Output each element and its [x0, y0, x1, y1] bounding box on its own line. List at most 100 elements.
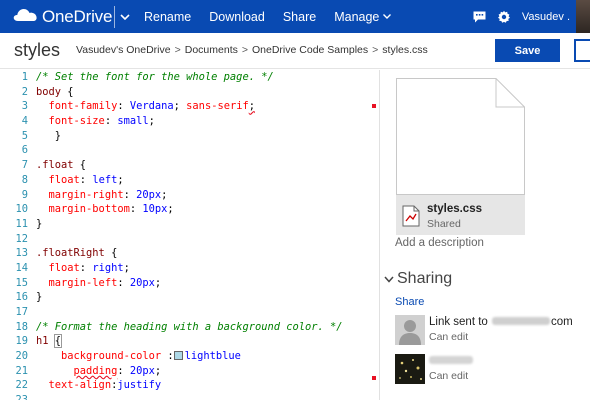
- code-line: }: [36, 217, 366, 232]
- code-value: 20px: [129, 276, 155, 289]
- code-line: body {: [36, 85, 366, 100]
- code-line: float: right;: [36, 261, 366, 276]
- save-button[interactable]: Save: [495, 39, 560, 62]
- editor-scrollbar[interactable]: [366, 70, 378, 400]
- code-line: margin-left: 20px;: [36, 276, 366, 291]
- app-switcher-chevron-icon[interactable]: [115, 0, 135, 33]
- code-line: h1 {: [36, 334, 366, 349]
- line-number: 18: [15, 320, 28, 333]
- code-line: .float {: [36, 158, 366, 173]
- error-marker-icon[interactable]: [372, 376, 376, 380]
- code-value: Verdana: [129, 100, 174, 113]
- breadcrumb-item-onedrive[interactable]: Vasudev's OneDrive: [76, 44, 171, 56]
- sharing-permission[interactable]: Can edit: [429, 331, 468, 343]
- breadcrumb-item-documents[interactable]: Documents: [185, 44, 238, 56]
- sharing-entry[interactable]: Link sent to com Can edit: [395, 315, 585, 345]
- code-property: margin-bottom: [48, 203, 130, 216]
- sharing-permission[interactable]: Can edit: [429, 370, 468, 382]
- code-line: margin-right: 20px;: [36, 188, 366, 203]
- code-brace: }: [36, 217, 43, 230]
- code-value: small: [117, 115, 149, 128]
- code-brace: }: [54, 129, 62, 142]
- sharing-section-header[interactable]: Sharing: [384, 270, 452, 288]
- download-command[interactable]: Download: [200, 0, 274, 33]
- onedrive-brand[interactable]: OneDrive: [0, 0, 112, 33]
- breadcrumb-separator: >: [372, 44, 379, 56]
- code-line: font-size: small;: [36, 114, 366, 129]
- code-line: padding: 20px;: [36, 364, 366, 379]
- manage-chevron-down-icon: [383, 14, 392, 19]
- breadcrumb-separator: >: [174, 44, 181, 56]
- email-suffix: com: [551, 316, 573, 328]
- line-number: 23: [0, 393, 30, 400]
- user-name[interactable]: Vasudev .: [522, 11, 570, 23]
- line-number: 22: [15, 379, 28, 392]
- line-number: 16: [15, 291, 28, 304]
- code-value: justify: [117, 379, 162, 392]
- line-number: 4: [21, 115, 28, 128]
- code-value-flagged: sans-serif: [186, 100, 249, 113]
- code-line: float: left;: [36, 173, 366, 188]
- code-line: font-family: Verdana; sans-serif;: [36, 99, 366, 114]
- code-property: margin-right: [48, 188, 124, 201]
- code-semicolon: ;: [123, 261, 130, 274]
- code-line: /* Format the heading with a background …: [36, 320, 366, 335]
- code-colon: :: [161, 350, 174, 363]
- code-brace: {: [104, 247, 118, 260]
- code-selector: .floatRight: [36, 247, 105, 260]
- line-number: 14: [15, 261, 28, 274]
- code-property-flagged: padding: [73, 364, 118, 377]
- code-semicolon: ;: [161, 188, 168, 201]
- manage-command[interactable]: Manage: [325, 0, 400, 33]
- code-file-icon: [402, 205, 420, 227]
- code-brace: {: [61, 85, 74, 98]
- redacted-name: [429, 356, 473, 364]
- code-brace-matched: {: [53, 334, 63, 349]
- breadcrumb-item-current-file: styles.css: [382, 44, 428, 56]
- share-command[interactable]: Share: [274, 0, 325, 33]
- line-number: 19: [15, 335, 28, 348]
- code-colon: :: [117, 100, 130, 113]
- breadcrumb-item-code-samples[interactable]: OneDrive Code Samples: [252, 44, 368, 56]
- line-number: 15: [15, 276, 28, 289]
- redacted-email: [492, 317, 551, 325]
- code-brace: {: [73, 159, 87, 172]
- code-property: text-align: [48, 379, 112, 392]
- error-marker-icon[interactable]: [372, 104, 376, 108]
- code-colon: :: [123, 188, 137, 201]
- rename-command[interactable]: Rename: [135, 0, 200, 33]
- details-pane-toggle-icon[interactable]: [574, 39, 590, 62]
- person-avatar-icon: [395, 315, 425, 345]
- code-semicolon: ;: [148, 115, 155, 128]
- line-number: 5: [21, 129, 28, 142]
- code-editor[interactable]: 1 2 3 4 5 6 7 8 9 10 11 12 13 14 15 16 1…: [0, 70, 378, 400]
- code-colon: :: [117, 276, 130, 289]
- code-line: text-align:justify: [36, 378, 366, 393]
- app-top-bar: OneDrive Rename Download Share Manage Va…: [0, 0, 590, 33]
- settings-gear-icon[interactable]: [492, 0, 516, 33]
- code-colon: :: [129, 203, 143, 216]
- breadcrumb: Vasudev's OneDrive > Documents > OneDriv…: [76, 44, 428, 56]
- code-property: font-size: [48, 115, 105, 128]
- feedback-icon[interactable]: [468, 0, 492, 33]
- line-number: 12: [15, 232, 28, 245]
- code-text-area[interactable]: /* Set the font for the whole page. */ b…: [36, 70, 366, 393]
- sharing-entry-recipient: Link sent to com: [429, 316, 573, 328]
- code-property: float: [48, 261, 80, 274]
- user-avatar[interactable]: [576, 0, 590, 33]
- sharing-entry[interactable]: Can edit: [395, 354, 585, 384]
- code-comment: /* Set the font for the whole page. */: [36, 71, 274, 83]
- code-property: float: [48, 173, 80, 186]
- code-value: 10px: [142, 203, 168, 216]
- code-brace: }: [36, 291, 43, 304]
- share-link[interactable]: Share: [395, 296, 424, 308]
- cloud-logo-icon: [12, 6, 42, 27]
- code-colon: :: [79, 173, 93, 186]
- line-number: 20: [15, 350, 28, 363]
- line-number: 3: [21, 100, 28, 113]
- file-thumbnail[interactable]: styles.css Shared: [396, 78, 525, 235]
- line-number: 1: [21, 71, 28, 83]
- add-description-link[interactable]: Add a description: [395, 237, 484, 249]
